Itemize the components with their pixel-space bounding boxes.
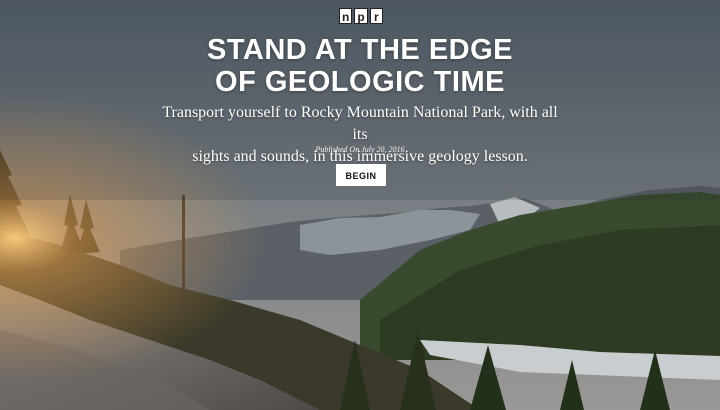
subtitle-line-1: Transport yourself to Rocky Mountain Nat…	[162, 104, 558, 143]
begin-button[interactable]: BEGIN	[336, 164, 386, 186]
published-date: Published On July 20, 2016	[315, 145, 405, 154]
npr-logo-letter-r: r	[369, 8, 383, 24]
title-line-2: OF GEOLOGIC TIME	[215, 66, 505, 98]
page-title: STAND AT THE EDGE OF GEOLOGIC TIME	[0, 34, 720, 98]
npr-logo-letter-n: n	[339, 8, 353, 24]
title-line-1: STAND AT THE EDGE	[206, 34, 514, 66]
subtitle: Transport yourself to Rocky Mountain Nat…	[160, 102, 560, 168]
npr-logo[interactable]: n p r	[339, 8, 383, 24]
npr-logo-letter-p: p	[354, 8, 368, 24]
hero-section: n p r STAND AT THE EDGE OF GEOLOGIC TIME…	[0, 0, 720, 410]
